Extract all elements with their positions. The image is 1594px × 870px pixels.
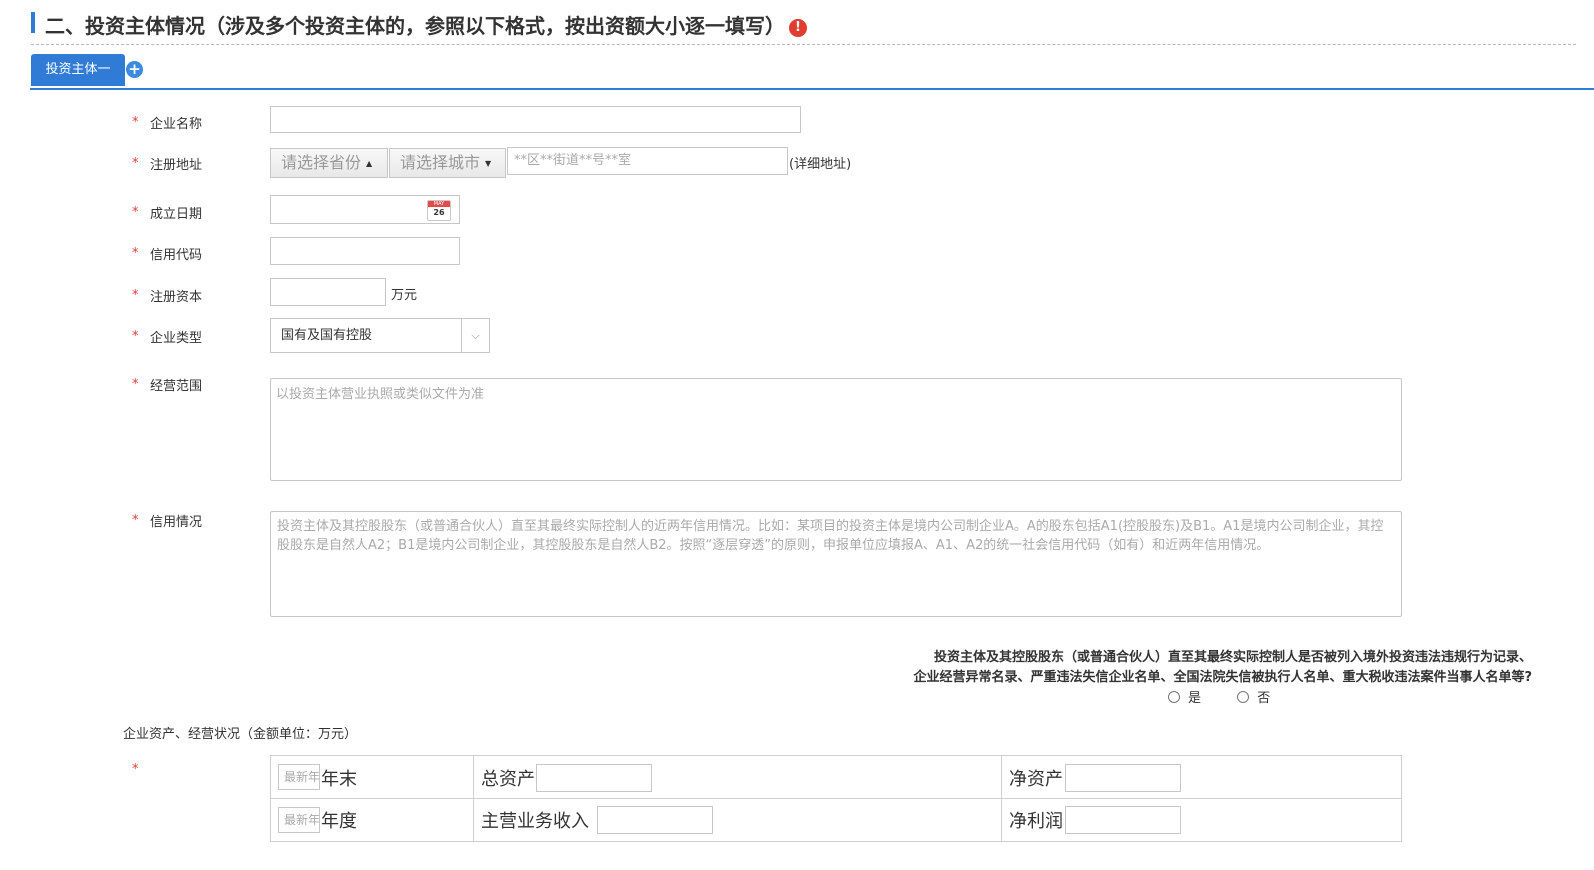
section-title-text: 二、投资主体情况（涉及多个投资主体的，参照以下格式，按出资额大小逐一填写） xyxy=(45,14,785,38)
year-placeholder: 最新年 xyxy=(284,813,320,827)
reg-capital-input[interactable] xyxy=(270,278,386,306)
year-placeholder: 最新年 xyxy=(284,770,320,784)
year-suffix: 年度 xyxy=(321,811,357,832)
calendar-icon[interactable]: MAY 26 xyxy=(427,200,451,221)
required-mark: * xyxy=(132,513,139,528)
year-input[interactable]: 最新年 xyxy=(278,764,320,790)
establish-date-label: 成立日期 xyxy=(150,207,203,222)
net-profit-cell: 净利润 xyxy=(1001,799,1401,841)
question-line-1: 投资主体及其控股股东（或普通合伙人）直至其最终实际控制人是否被列入境外投资违法违… xyxy=(933,650,1532,665)
company-name-input[interactable] xyxy=(270,106,801,133)
tab-investor-1[interactable]: 投资主体一 xyxy=(31,54,125,86)
radio-no[interactable]: 否 xyxy=(1237,691,1270,706)
add-tab-plus-icon[interactable]: + xyxy=(126,61,143,78)
calendar-day: 26 xyxy=(433,208,445,217)
main-revenue-input[interactable] xyxy=(597,806,713,834)
investor-tab-strip: 投资主体一 + xyxy=(30,54,1594,90)
radio-no-label: 否 xyxy=(1257,691,1271,706)
credit-status-textarea[interactable]: 投资主体及其控股股东（或普通合伙人）直至其最终实际控制人的近两年信用情况。比如：… xyxy=(270,511,1402,617)
business-scope-placeholder: 以投资主体营业执照或类似文件为准 xyxy=(276,387,485,402)
table-row-2-year-cell: 最新年 年度 xyxy=(271,799,473,841)
illegal-record-question: 投资主体及其控股股东（或普通合伙人）直至其最终实际控制人是否被列入境外投资违法违… xyxy=(913,648,1532,688)
financial-heading: 企业资产、经营状况（金额单位：万元） xyxy=(123,727,358,742)
required-mark: * xyxy=(132,205,139,220)
radio-circle-icon[interactable] xyxy=(1168,691,1180,703)
required-mark: * xyxy=(132,762,139,777)
radio-circle-icon[interactable] xyxy=(1237,691,1250,703)
caret-down-icon: ▼ xyxy=(485,159,492,168)
company-name-label: 企业名称 xyxy=(150,117,203,132)
required-mark: * xyxy=(132,156,139,171)
total-assets-label: 总资产 xyxy=(481,769,535,790)
business-scope-textarea[interactable]: 以投资主体营业执照或类似文件为准 xyxy=(270,378,1402,481)
province-select-button[interactable]: 请选择省份 ▲ xyxy=(270,148,388,178)
province-placeholder: 请选择省份 xyxy=(281,153,362,172)
required-mark: * xyxy=(132,288,139,303)
credit-status-placeholder: 投资主体及其控股股东（或普通合伙人）直至其最终实际控制人的近两年信用情况。比如：… xyxy=(277,519,1384,553)
city-select-button[interactable]: 请选择城市 ▼ xyxy=(389,148,506,178)
net-profit-label: 净利润 xyxy=(1009,811,1063,832)
required-mark: * xyxy=(132,377,139,392)
net-assets-input[interactable] xyxy=(1065,764,1181,792)
financial-table: 最新年 年末 总资产 净资产 最新年 年度 主营业务收入 净利润 xyxy=(270,755,1402,842)
net-assets-cell: 净资产 xyxy=(1001,756,1401,798)
credit-status-label: 信用情况 xyxy=(150,515,203,530)
radio-yes-label: 是 xyxy=(1188,691,1202,706)
total-assets-cell: 总资产 xyxy=(473,756,1001,798)
city-placeholder: 请选择城市 xyxy=(400,153,481,172)
company-type-value: 国有及国有控股 xyxy=(281,328,373,343)
net-profit-input[interactable] xyxy=(1065,806,1181,834)
credit-code-label: 信用代码 xyxy=(150,248,203,263)
section-accent-bar xyxy=(31,12,35,33)
required-mark: * xyxy=(132,115,139,130)
required-mark: * xyxy=(132,246,139,261)
reg-capital-label: 注册资本 xyxy=(150,290,203,305)
section-title: 二、投资主体情况（涉及多个投资主体的，参照以下格式，按出资额大小逐一填写）! xyxy=(45,10,807,39)
main-revenue-cell: 主营业务收入 xyxy=(473,799,1001,841)
address-detail-suffix: (详细地址) xyxy=(789,157,852,172)
business-scope-label: 经营范围 xyxy=(150,379,203,394)
section-header: 二、投资主体情况（涉及多个投资主体的，参照以下格式，按出资额大小逐一填写）! xyxy=(31,10,1576,45)
radio-yes[interactable]: 是 xyxy=(1168,691,1201,706)
net-assets-label: 净资产 xyxy=(1009,769,1063,790)
main-revenue-label: 主营业务收入 xyxy=(481,811,589,832)
credit-code-input[interactable] xyxy=(270,237,460,265)
year-suffix: 年末 xyxy=(321,769,357,790)
establish-date-input[interactable]: MAY 26 xyxy=(270,195,460,224)
table-row-1-year-cell: 最新年 年末 xyxy=(271,756,473,798)
reg-capital-unit: 万元 xyxy=(391,288,418,303)
company-type-select[interactable]: 国有及国有控股 ⌵ xyxy=(270,318,490,353)
required-mark: * xyxy=(132,329,139,344)
company-type-label: 企业类型 xyxy=(150,331,203,346)
address-detail-input[interactable]: **区**街道**号**室 xyxy=(507,147,788,175)
caret-down-icon: ▲ xyxy=(366,159,373,168)
address-detail-placeholder: **区**街道**号**室 xyxy=(514,153,632,168)
year-input[interactable]: 最新年 xyxy=(278,807,320,833)
chevron-down-icon[interactable]: ⌵ xyxy=(461,319,489,352)
question-line-2: 企业经营异常名录、严重违法失信企业名单、全国法院失信被执行人名单、重大税收违法案… xyxy=(913,670,1532,685)
question-radio-group: 是 否 xyxy=(1168,687,1270,706)
exclamation-circle-icon[interactable]: ! xyxy=(789,19,807,37)
total-assets-input[interactable] xyxy=(536,764,652,792)
reg-address-label: 注册地址 xyxy=(150,158,203,173)
